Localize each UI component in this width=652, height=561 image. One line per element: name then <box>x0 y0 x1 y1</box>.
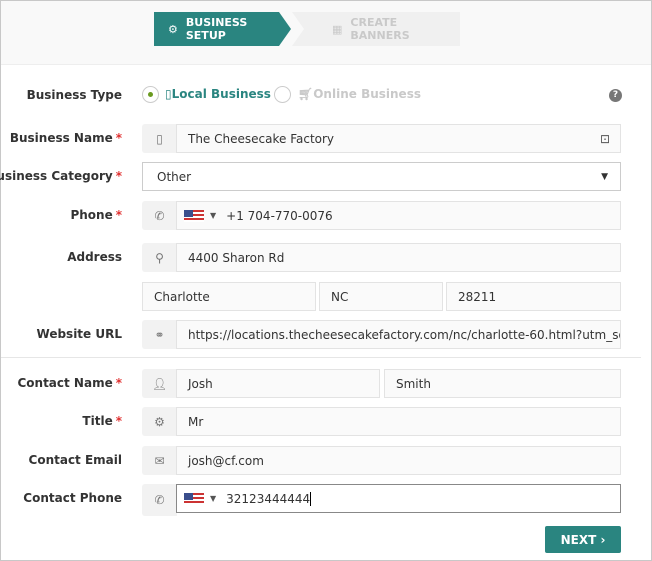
address-label: Address <box>67 250 122 264</box>
gear-icon: ⚙ <box>142 407 177 436</box>
business-type-label: Business Type <box>26 88 122 102</box>
title-label: Title * <box>82 414 122 428</box>
us-flag-icon[interactable] <box>184 492 204 505</box>
contact-email-input[interactable]: josh@cf.com <box>176 446 621 475</box>
envelope-icon: ✉ <box>142 446 177 475</box>
cart-icon: 🛒︎ <box>298 87 314 101</box>
contact-phone-label: Contact Phone <box>23 491 122 505</box>
chevron-right-icon: › <box>600 532 606 547</box>
website-label: Website URL <box>36 327 122 341</box>
first-name-input[interactable]: Josh <box>176 369 380 398</box>
step-create-banners[interactable]: ▦ CREATE BANNERS <box>292 12 460 46</box>
us-flag-icon[interactable] <box>184 209 204 222</box>
last-name-input[interactable]: Smith <box>384 369 621 398</box>
contact-email-label: Contact Email <box>28 453 122 467</box>
business-name-label: Business Name * <box>9 131 122 145</box>
caret-down-icon[interactable]: ▼ <box>210 494 216 503</box>
step-business-setup[interactable]: ⚙ BUSINESS SETUP <box>154 12 291 46</box>
next-button[interactable]: NEXT › <box>545 526 621 553</box>
contact-phone-input[interactable]: ▼ 32123444444 <box>176 484 621 513</box>
phone-label: Phone * <box>70 208 122 222</box>
zip-input[interactable]: 28211 <box>446 282 621 311</box>
divider <box>1 357 641 358</box>
local-business-option[interactable]: ▯Local Business <box>165 87 271 101</box>
map-marker-icon: ⚲ <box>142 243 177 272</box>
title-input[interactable]: Mr <box>176 407 621 436</box>
chevron-down-icon: ▼ <box>601 171 608 182</box>
street-input[interactable]: 4400 Sharon Rd <box>176 243 621 272</box>
building-icon: ▯ <box>142 124 177 153</box>
link-icon: ⚭ <box>142 320 177 349</box>
phone-icon: ✆ <box>142 484 177 516</box>
radio-online-business[interactable] <box>274 86 291 103</box>
radio-local-business[interactable] <box>142 86 159 103</box>
phone-icon: ✆ <box>142 201 177 230</box>
contact-card-icon[interactable]: ⊡ <box>600 132 610 146</box>
cogs-icon: ⚙ <box>168 22 178 36</box>
building-icon: ▯ <box>165 87 172 101</box>
phone-input[interactable]: ▼ +1 704-770-0076 <box>176 201 621 230</box>
caret-down-icon[interactable]: ▼ <box>210 211 216 220</box>
state-input[interactable]: NC <box>319 282 443 311</box>
grid-icon: ▦ <box>332 22 343 36</box>
user-icon: 👤︎ <box>142 369 177 398</box>
city-input[interactable]: Charlotte <box>142 282 316 311</box>
business-category-label: Business Category* <box>0 169 122 183</box>
online-business-option[interactable]: 🛒︎Online Business <box>298 87 421 101</box>
window-frame <box>0 0 652 561</box>
business-name-input[interactable]: The Cheesecake Factory ⊡ <box>176 124 621 153</box>
contact-name-label: Contact Name * <box>17 376 122 390</box>
website-input[interactable]: https://locations.thecheesecakefactory.c… <box>176 320 621 349</box>
help-icon[interactable]: ? <box>609 89 622 102</box>
business-category-select[interactable]: Other ▼ <box>142 162 621 191</box>
